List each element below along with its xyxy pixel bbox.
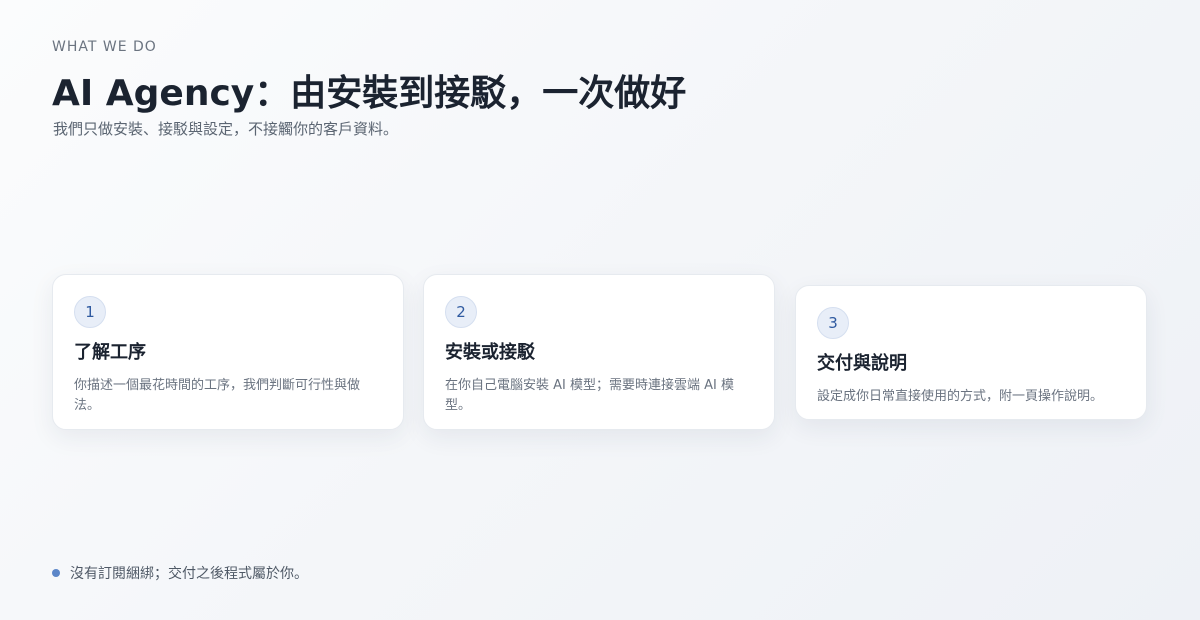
footnote-text: 沒有訂閱綑綁；交付之後程式屬於你。	[70, 566, 308, 582]
page-title: AI Agency：由安裝到接駁，一次做好	[52, 73, 687, 114]
step-number-badge: 3	[817, 307, 849, 339]
step-description: 設定成你日常直接使用的方式，附一頁操作說明。	[817, 389, 1104, 404]
step-description: 你描述一個最花時間的工序，我們判斷可行性與做法。	[74, 378, 361, 413]
step-title: 安裝或接駁	[445, 342, 535, 363]
bullet-dot-icon	[52, 569, 60, 577]
step-card-3: 3 交付與說明 設定成你日常直接使用的方式，附一頁操作說明。	[795, 285, 1147, 420]
page-subtitle: 我們只做安裝、接駁與設定，不接觸你的客戶資料。	[53, 120, 399, 138]
step-card-2: 2 安裝或接駁 在你自己電腦安裝 AI 模型；需要時連接雲端 AI 模型。	[423, 274, 775, 430]
step-description: 在你自己電腦安裝 AI 模型；需要時連接雲端 AI 模型。	[445, 378, 734, 413]
step-number-badge: 1	[74, 296, 106, 328]
step-card-1: 1 了解工序 你描述一個最花時間的工序，我們判斷可行性與做法。	[52, 274, 404, 430]
step-title: 交付與說明	[817, 353, 907, 374]
footnote: 沒有訂閱綑綁；交付之後程式屬於你。	[52, 563, 308, 583]
eyebrow-label: WHAT WE DO	[52, 39, 157, 55]
step-number-badge: 2	[445, 296, 477, 328]
step-title: 了解工序	[74, 342, 146, 363]
